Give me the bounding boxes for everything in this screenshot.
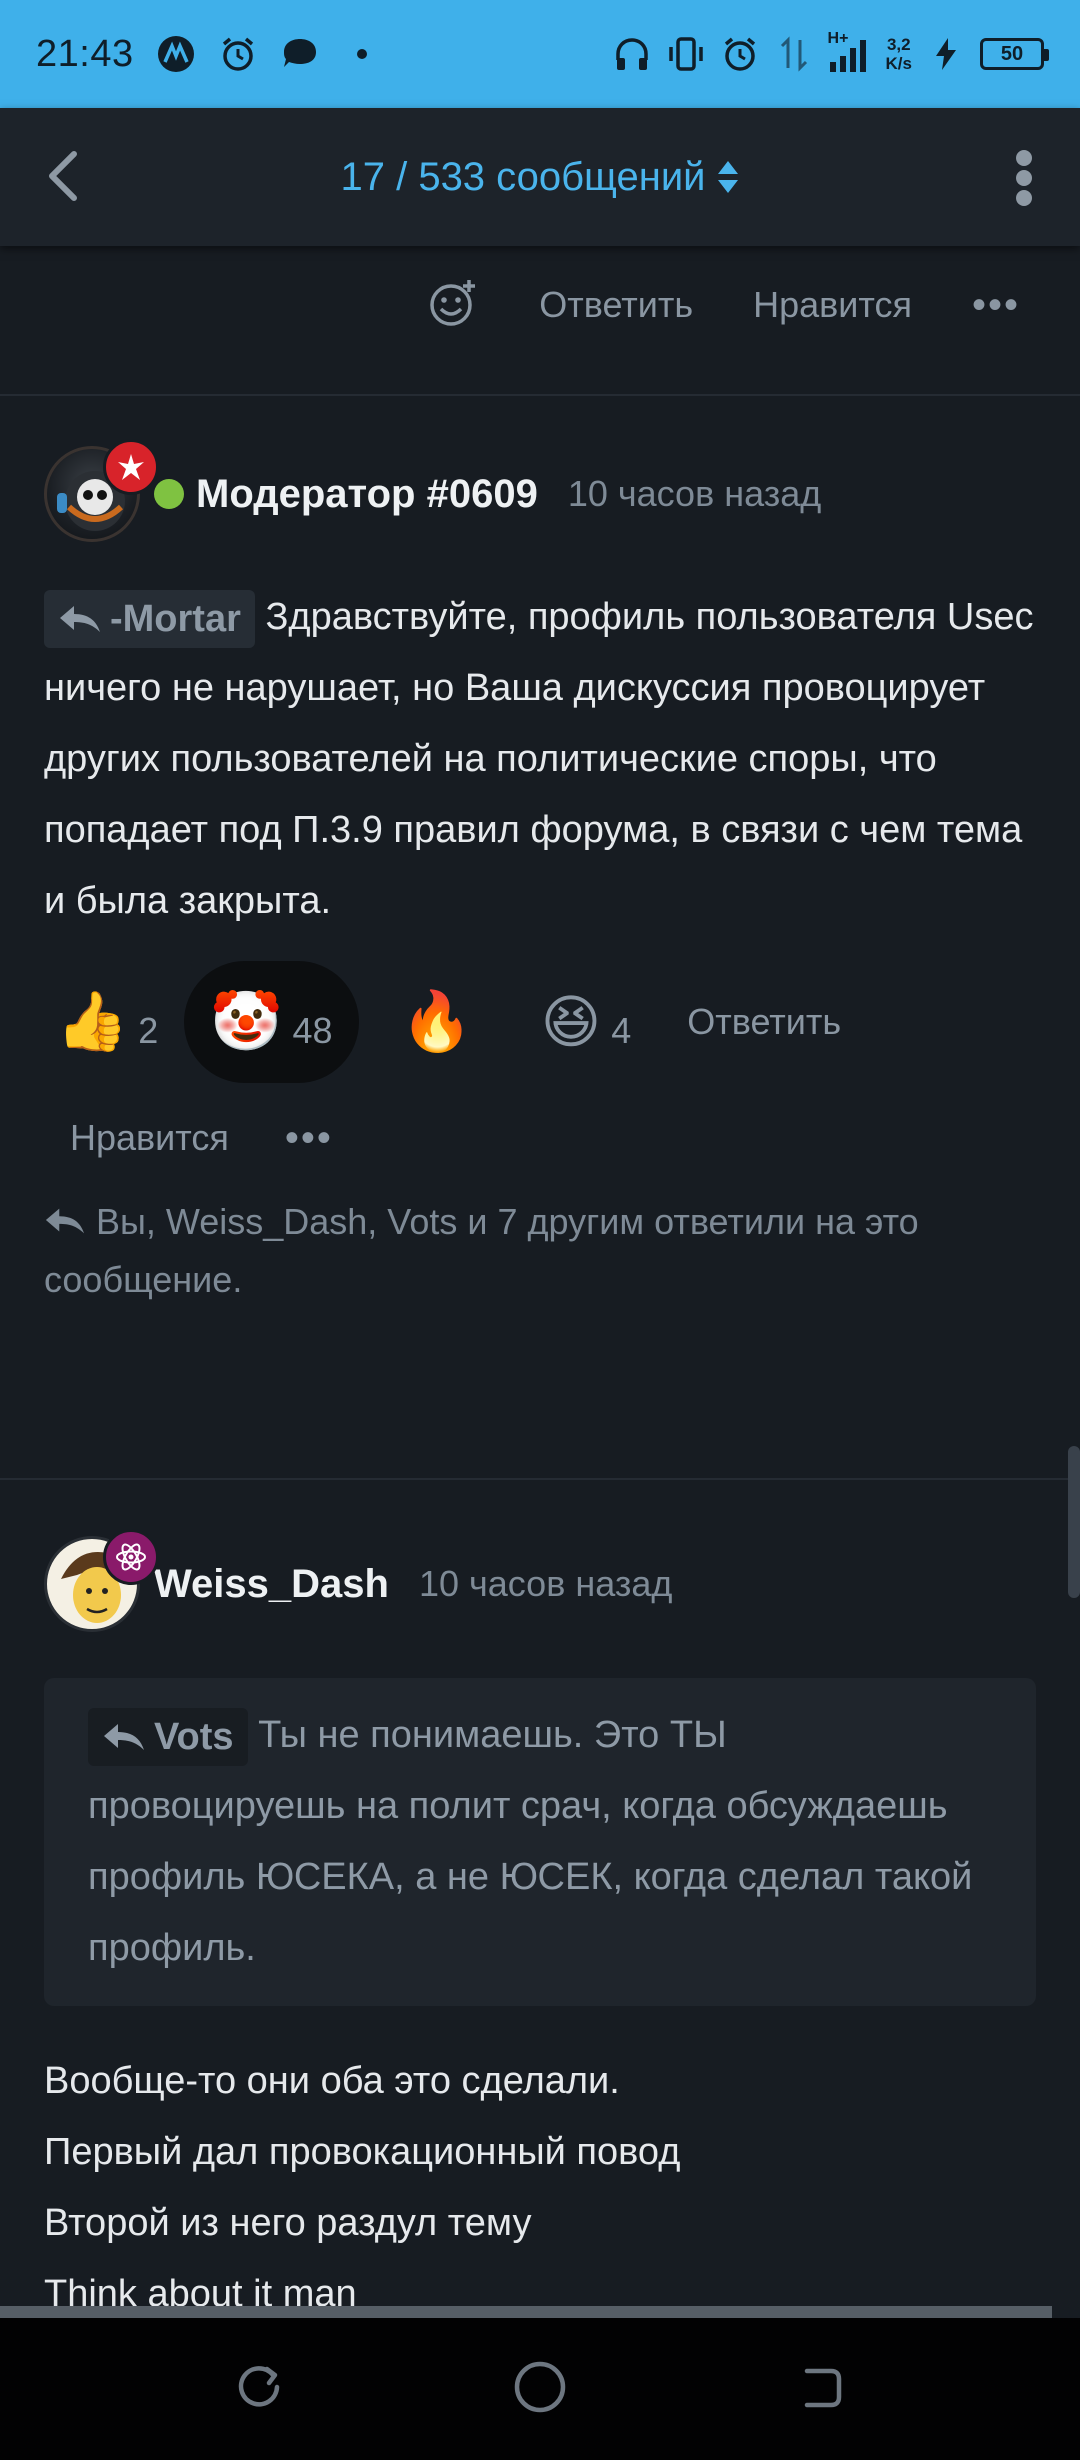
thread-content[interactable]: Ответить Нравится ••• Модератор #0609 10…: [0, 246, 1080, 2306]
quote-body: Vots Ты не понимаешь. Это ТЫ провоцируеш…: [88, 1700, 992, 1984]
reaction-count: 48: [292, 1010, 333, 1051]
message-counter: 17 / 533 сообщений: [340, 154, 706, 199]
back-arrow-icon: [49, 151, 77, 201]
vibrate-icon: [666, 34, 706, 74]
speed-value: 3,2: [886, 35, 911, 54]
more-vertical-icon: [1016, 150, 1032, 206]
mention-name: Vots: [154, 1715, 234, 1758]
network-type: H+: [827, 30, 849, 47]
mention-name: -Mortar: [110, 597, 241, 640]
reaction-thumbs-up[interactable]: 👍 2: [30, 961, 184, 1083]
post-body: Вообще-то они оба это сделали. Первый да…: [0, 2006, 1080, 2306]
battery-indicator: 50: [980, 38, 1049, 70]
reactions-bar: 👍 2 🤡 48 🔥 😆 4 Ответить: [0, 937, 1080, 1083]
back-button[interactable]: [36, 148, 92, 204]
post-line: Think about it man: [44, 2273, 357, 2306]
reply-arrow-icon: [45, 1208, 85, 1234]
vertical-scrollbar[interactable]: [1068, 1446, 1080, 1598]
post-divider: [0, 1478, 1080, 1480]
post-actions: Нравится •••: [0, 1083, 1080, 1159]
reply-arrow-icon: [60, 605, 100, 632]
speed-unit: K/s: [885, 54, 912, 73]
status-time: 21:43: [36, 32, 134, 75]
overflow-menu-button[interactable]: [1004, 148, 1044, 208]
post-header: Weiss_Dash 10 часов назад: [0, 1529, 1080, 1632]
thread-navigation-bar: 17 / 533 сообщений: [0, 108, 1080, 246]
replies-note-text: Вы, Weiss_Dash, Vots и 7 другим ответили…: [44, 1201, 919, 1300]
post-line: Вообще-то они оба это сделали.: [44, 2060, 620, 2102]
reaction-count: 2: [138, 1010, 159, 1051]
previous-post-actions: Ответить Нравится •••: [0, 246, 1080, 396]
like-button-prev[interactable]: Нравится: [753, 284, 912, 326]
page-selector[interactable]: 17 / 533 сообщений: [340, 155, 739, 200]
post-line: Первый дал провокационный повод: [44, 2131, 681, 2173]
status-bar: 21:43 H+ 3,2 K/s 50: [0, 0, 1080, 108]
back-nav-icon: [804, 2368, 841, 2407]
post-header: Модератор #0609 10 часов назад: [0, 439, 1080, 542]
post-moderator: Модератор #0609 10 часов назад -Mortar З…: [0, 439, 1080, 1309]
thumbs-up-emoji: 👍: [56, 989, 129, 1054]
post-menu-button[interactable]: •••: [285, 1118, 333, 1158]
clown-emoji: 🤡: [210, 989, 283, 1054]
replies-summary[interactable]: Вы, Weiss_Dash, Vots и 7 другим ответили…: [0, 1159, 1080, 1309]
signal-icon: H+: [828, 30, 872, 74]
headphones-icon: [612, 34, 652, 74]
home-button[interactable]: [512, 2359, 568, 2420]
sort-caret-icon: [717, 161, 738, 193]
alarm-icon: [218, 34, 258, 74]
quote-block[interactable]: Vots Ты не понимаешь. Это ТЫ провоцируеш…: [44, 1678, 1036, 2006]
reaction-laughing[interactable]: 😆 4: [515, 961, 658, 1083]
add-reaction-button[interactable]: [429, 278, 479, 333]
post-weiss-dash: Weiss_Dash 10 часов назад Vots Ты не пон…: [0, 1529, 1080, 2306]
post-menu-button-prev[interactable]: •••: [972, 285, 1020, 325]
app-logo-icon: [156, 34, 196, 74]
like-button[interactable]: Нравится: [70, 1117, 229, 1159]
recent-apps-button[interactable]: [233, 2361, 285, 2418]
horizontal-scrollbar[interactable]: [0, 2306, 1052, 2318]
recent-apps-icon: [239, 2365, 280, 2407]
reaction-clown[interactable]: 🤡 48: [184, 961, 359, 1083]
chat-icon: [280, 34, 320, 74]
reply-arrow-icon: [104, 1723, 144, 1750]
reply-button-prev[interactable]: Ответить: [539, 284, 693, 326]
post-time[interactable]: 10 часов назад: [568, 473, 821, 515]
data-transfer-icon: [774, 34, 814, 74]
reaction-count: 4: [611, 1010, 632, 1051]
post-author[interactable]: Модератор #0609: [196, 472, 538, 517]
network-speed: 3,2 K/s: [886, 35, 912, 73]
post-body: -Mortar Здравствуйте, профиль пользовате…: [0, 542, 1080, 937]
home-icon: [514, 2361, 566, 2412]
post-line: Второй из него раздул тему: [44, 2202, 532, 2244]
charging-icon: [926, 34, 966, 74]
fire-emoji: 🔥: [400, 989, 473, 1054]
notification-dot-icon: [342, 34, 382, 74]
quote-mention[interactable]: Vots: [88, 1707, 248, 1766]
avatar[interactable]: [44, 439, 159, 542]
add-reaction-icon: [430, 279, 476, 326]
post-author[interactable]: Weiss_Dash: [154, 1562, 389, 1607]
online-status-dot: [154, 479, 184, 509]
laughing-emoji: 😆: [540, 990, 602, 1055]
user-badge-icon: [103, 1529, 159, 1585]
alarm-icon-right: [720, 34, 760, 74]
reply-button[interactable]: Ответить: [687, 1001, 841, 1043]
avatar[interactable]: [44, 1529, 159, 1632]
back-nav-button[interactable]: [795, 2361, 847, 2418]
moderator-badge-icon: [103, 439, 159, 495]
quote-mention[interactable]: -Mortar: [44, 589, 255, 648]
post-time[interactable]: 10 часов назад: [419, 1563, 672, 1605]
reaction-fire[interactable]: 🔥: [359, 961, 515, 1083]
system-navigation-bar: [0, 2318, 1080, 2460]
